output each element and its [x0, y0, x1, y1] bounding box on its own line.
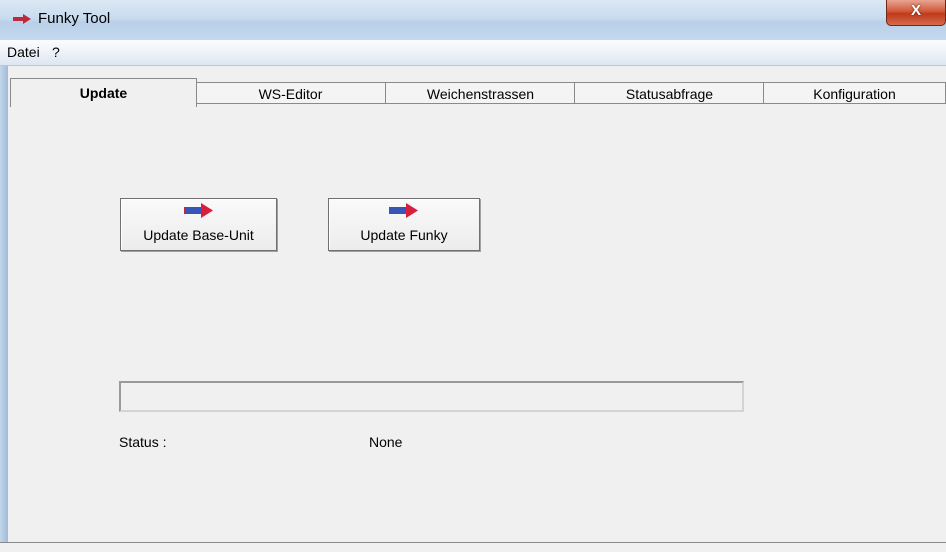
window-frame-left [0, 66, 8, 552]
tab-update[interactable]: Update [10, 78, 197, 107]
update-funky-button[interactable]: Update Funky [328, 198, 480, 251]
title-bar[interactable]: Funky Tool X [0, 0, 946, 40]
menu-datei[interactable]: Datei [7, 44, 40, 60]
close-button[interactable]: X [886, 0, 946, 26]
status-value: None [369, 434, 403, 450]
menu-help[interactable]: ? [52, 44, 60, 60]
window-title: Funky Tool [38, 10, 111, 27]
update-base-unit-label: Update Base-Unit [143, 227, 254, 243]
update-progress-bar [119, 381, 744, 412]
status-label: Status : [119, 434, 167, 450]
update-funky-label: Update Funky [360, 227, 448, 243]
tab-strip: Update WS-Editor Weichenstrassen Statusa… [8, 66, 946, 107]
close-icon: X [910, 2, 921, 19]
funky-tool-window: Funky Tool X Datei ? Update WS-Editor We… [0, 0, 946, 552]
app-arrow-icon [13, 14, 31, 24]
arrow-icon [183, 203, 213, 218]
update-tab-panel: Update Base-Unit Update Funky Status : N… [8, 104, 946, 542]
window-bottom-edge [0, 542, 946, 552]
arrow-icon [389, 203, 418, 218]
menu-bar: Datei ? [0, 40, 946, 66]
update-base-unit-button[interactable]: Update Base-Unit [120, 198, 277, 251]
